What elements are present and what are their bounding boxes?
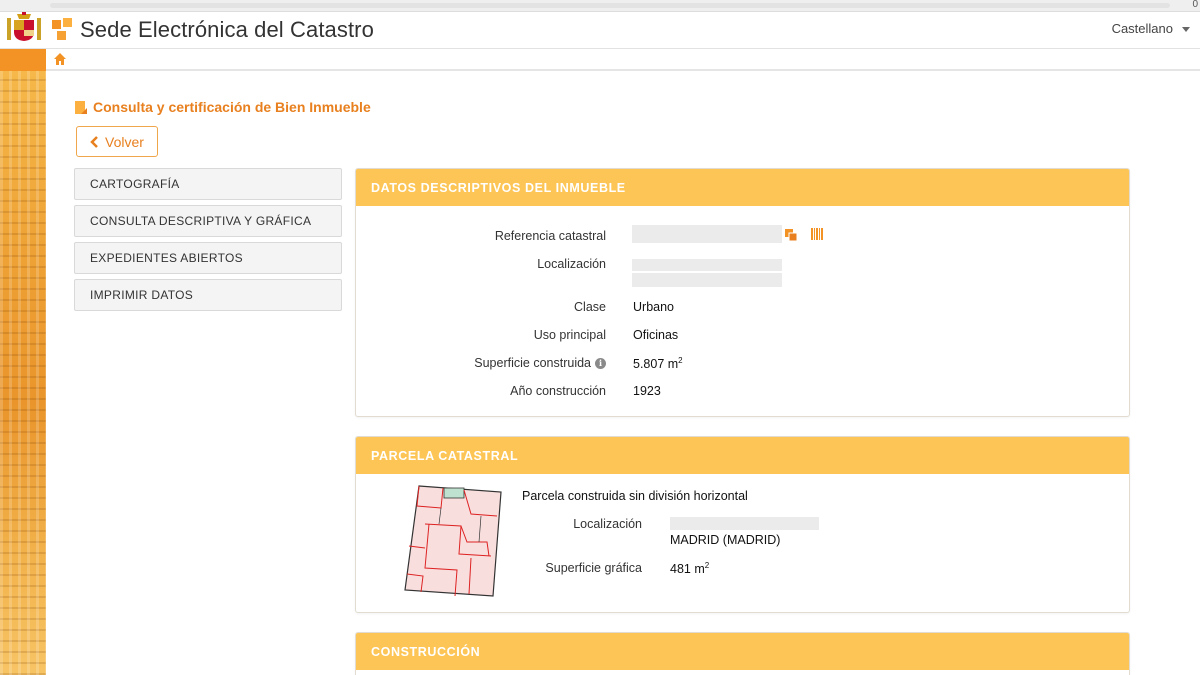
menu-item-cartografia[interactable]: CARTOGRAFÍA: [74, 168, 342, 200]
copy-icon[interactable]: [785, 229, 797, 241]
decorative-city-image: [0, 71, 46, 675]
localizacion-line2-redacted: [632, 273, 782, 287]
parcela-descripcion: Parcela construida sin división horizont…: [522, 489, 748, 503]
panel-heading: CONSTRUCCIÓN: [356, 633, 1129, 670]
browser-scrollbar[interactable]: 0: [0, 0, 1200, 12]
parcel-map-image[interactable]: [401, 484, 506, 599]
info-icon[interactable]: i: [595, 358, 606, 369]
superficie-grafica-label: Superficie gráfica: [545, 561, 642, 575]
superficie-construida-value: 5.807 m2: [633, 356, 683, 371]
localizacion-label: Localización: [537, 257, 606, 271]
clase-value: Urbano: [633, 300, 674, 314]
panel-datos-descriptivos: DATOS DESCRIPTIVOS DEL INMUEBLE Referenc…: [355, 168, 1130, 417]
panel-parcela-catastral: PARCELA CATASTRAL Parcela construida sin…: [355, 436, 1130, 613]
site-title[interactable]: Sede Electrónica del Catastro: [80, 17, 374, 43]
chevron-left-icon: [90, 135, 98, 148]
breadcrumb-accent: [0, 49, 46, 71]
superficie-construida-text: Superficie construida: [474, 356, 591, 370]
superficie-construida-label: Superficie construida i: [356, 356, 606, 370]
language-selector[interactable]: Castellano: [1112, 21, 1190, 36]
anio-construccion-value: 1923: [633, 384, 661, 398]
superficie-construida-exp: 2: [678, 356, 683, 365]
clase-label: Clase: [574, 300, 606, 314]
document-icon: [75, 100, 87, 114]
parcela-localizacion-redacted: [670, 517, 819, 530]
breadcrumb: [46, 49, 1200, 71]
anio-construccion-label: Año construcción: [510, 384, 606, 398]
parcela-localizacion-city: MADRID (MADRID): [670, 533, 781, 547]
back-button-label: Volver: [105, 133, 144, 150]
menu-item-expedientes-abiertos[interactable]: EXPEDIENTES ABIERTOS: [74, 242, 342, 274]
barcode-icon[interactable]: [811, 228, 823, 240]
home-icon[interactable]: [54, 53, 66, 65]
menu-item-consulta-descriptiva[interactable]: CONSULTA DESCRIPTIVA Y GRÁFICA: [74, 205, 342, 237]
back-button[interactable]: Volver: [76, 126, 158, 157]
coat-of-arms-icon: [7, 12, 41, 41]
superficie-grafica-exp: 2: [704, 561, 710, 570]
superficie-grafica-number: 481 m: [670, 562, 705, 577]
superficie-grafica-value: 481 m2: [670, 561, 709, 576]
caret-down-icon: [1182, 27, 1190, 32]
page-title-text: Consulta y certificación de Bien Inmuebl…: [93, 99, 371, 115]
language-label: Castellano: [1111, 21, 1173, 36]
browser-corner-text: 0: [1192, 0, 1198, 10]
uso-principal-value: Oficinas: [633, 328, 679, 342]
catastro-logo-icon: [52, 18, 72, 40]
site-header: Sede Electrónica del Catastro Castellano: [0, 12, 1200, 49]
localizacion-line1-redacted: [632, 259, 782, 271]
ref-catastral-label: Referencia catastral: [494, 229, 606, 243]
panel-heading: DATOS DESCRIPTIVOS DEL INMUEBLE: [356, 169, 1129, 206]
scrollbar-thumb[interactable]: [50, 3, 1170, 8]
panel-construccion: CONSTRUCCIÓN: [355, 632, 1130, 675]
side-menu: CARTOGRAFÍA CONSULTA DESCRIPTIVA Y GRÁFI…: [74, 168, 342, 316]
page-title: Consulta y certificación de Bien Inmuebl…: [75, 99, 371, 115]
parcela-localizacion-label: Localización: [573, 517, 642, 531]
menu-item-imprimir-datos[interactable]: IMPRIMIR DATOS: [74, 279, 342, 311]
superficie-construida-number: 5.807 m: [633, 357, 679, 372]
panel-heading: PARCELA CATASTRAL: [356, 437, 1129, 474]
uso-principal-label: Uso principal: [533, 328, 606, 342]
ref-catastral-value-redacted: [632, 225, 782, 243]
